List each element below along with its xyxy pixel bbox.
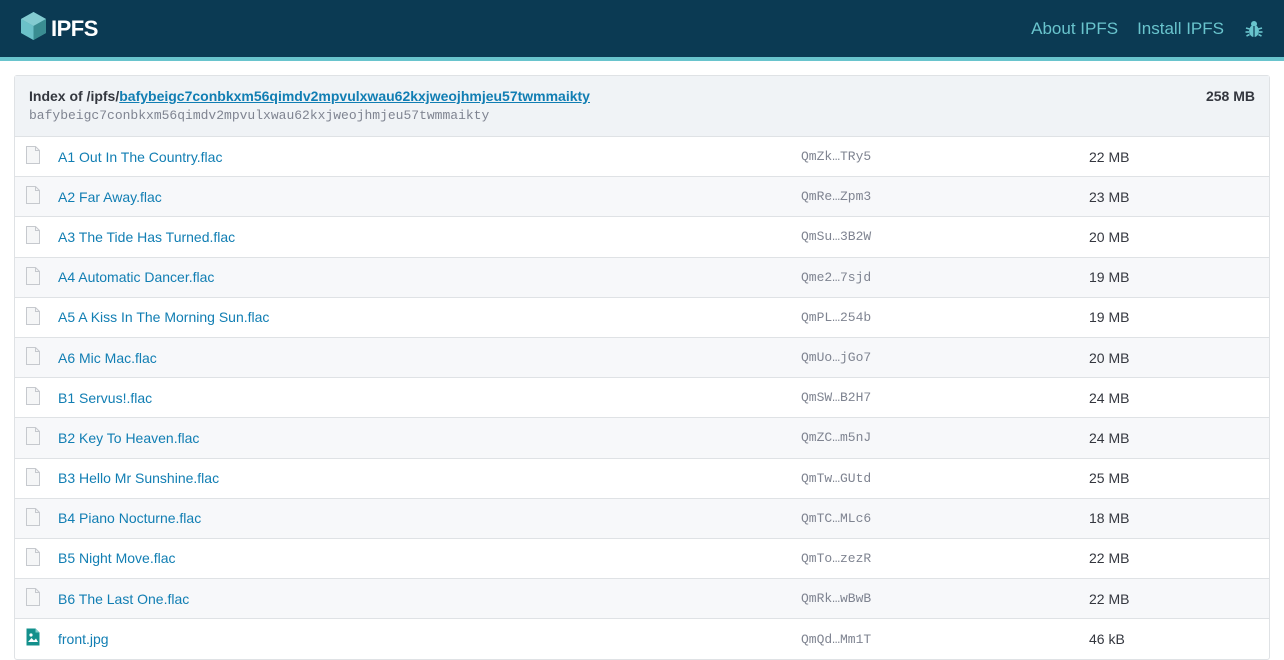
table-row: B4 Piano Nocturne.flac QmTC…MLc6 18 MB (15, 498, 1269, 539)
file-name-link[interactable]: B5 Night Move.flac (58, 550, 176, 566)
file-icon (26, 186, 40, 205)
table-row: A5 A Kiss In The Morning Sun.flac QmPL…25… (15, 298, 1269, 338)
file-size: 22 MB (1089, 590, 1130, 607)
ipfs-logo[interactable]: IPFS (20, 11, 98, 46)
file-name-link[interactable]: front.jpg (58, 631, 109, 647)
table-row: A6 Mic Mac.flac QmUo…jGo7 20 MB (15, 337, 1269, 379)
file-name-link[interactable]: A4 Automatic Dancer.flac (58, 269, 214, 285)
table-row: A3 The Tide Has Turned.flac QmSu…3B2W 20 M… (15, 217, 1269, 258)
file-size: 22 MB (1089, 148, 1130, 165)
file-size: 20 MB (1089, 228, 1130, 245)
file-icon (26, 266, 40, 285)
file-name-link[interactable]: B3 Hello Mr Sunshine.flac (58, 470, 219, 486)
table-row: B1 Servus!.flac QmSW…B2H7 24 MB (15, 378, 1269, 419)
cid-link[interactable]: bafybeigc7conbkxm56qimdv2mpvulxwau62kxjw… (119, 88, 590, 104)
file-name-link[interactable]: B2 Key To Heaven.flac (58, 430, 199, 446)
file-name-link[interactable]: A6 Mic Mac.flac (58, 350, 157, 366)
file-icon (26, 427, 40, 446)
file-size: 19 MB (1089, 309, 1130, 326)
file-hash-link[interactable]: QmZC…m5nJ (801, 430, 871, 445)
file-size: 23 MB (1089, 188, 1130, 205)
file-icon (26, 306, 40, 325)
file-hash-link[interactable]: Qme2…7sjd (801, 270, 871, 285)
file-hash-link[interactable]: QmUo…jGo7 (801, 350, 871, 365)
install-ipfs-link[interactable]: Install IPFS (1137, 19, 1224, 39)
file-hash-link[interactable]: QmRe…Zpm3 (801, 189, 871, 204)
index-prefix: Index of /ipfs/ (29, 88, 120, 104)
file-hash-link[interactable]: QmSW…B2H7 (801, 390, 871, 405)
logo-text: IPFS (51, 15, 98, 41)
top-nav: About IPFS Install IPFS (1012, 19, 1264, 39)
file-name-link[interactable]: B4 Piano Nocturne.flac (58, 510, 201, 526)
file-size: 46 kB (1089, 631, 1125, 648)
file-icon (26, 346, 40, 365)
file-icon (26, 146, 40, 164)
index-title: Index of /ipfs/bafybeigc7conbkxm56qimdv2… (29, 88, 1255, 104)
file-size: 18 MB (1089, 510, 1130, 527)
table-row: A4 Automatic Dancer.flac Qme2…7sjd 19 MB (15, 257, 1269, 298)
directory-listing: Index of /ipfs/bafybeigc7conbkxm56qimdv2… (14, 75, 1270, 660)
file-name-link[interactable]: B6 The Last One.flac (58, 591, 189, 607)
file-icon (26, 226, 40, 245)
file-hash-link[interactable]: QmZk…TRy5 (801, 149, 871, 164)
table-row: B2 Key To Heaven.flac QmZC…m5nJ 24 MB (15, 418, 1269, 459)
file-hash-link[interactable]: QmSu…3B2W (801, 229, 871, 244)
file-icon (26, 588, 40, 607)
table-row: A2 Far Away.flac QmRe…Zpm3 23 MB (15, 177, 1269, 218)
table-row: B3 Hello Mr Sunshine.flac QmTw…GUtd 25 MB (15, 459, 1269, 499)
ipfs-cube-icon (20, 11, 47, 46)
file-size: 25 MB (1089, 470, 1130, 487)
file-name-link[interactable]: A2 Far Away.flac (58, 189, 162, 205)
total-size: 258 MB (1205, 88, 1255, 104)
file-hash-link[interactable]: QmTC…MLc6 (801, 511, 871, 526)
index-header: Index of /ipfs/bafybeigc7conbkxm56qimdv2… (15, 76, 1269, 137)
file-size: 24 MB (1089, 389, 1130, 406)
file-size: 22 MB (1089, 550, 1130, 567)
file-list: A1 Out In The Country.flac QmZk…TRy5 22 MB… (15, 137, 1269, 659)
about-ipfs-link[interactable]: About IPFS (1031, 19, 1118, 39)
file-icon (26, 387, 40, 406)
index-cid-text: bafybeigc7conbkxm56qimdv2mpvulxwau62kxjw… (29, 108, 490, 123)
top-bar: IPFS About IPFS Install IPFS (0, 0, 1284, 61)
table-row: A1 Out In The Country.flac QmZk…TRy5 22 MB (15, 137, 1269, 178)
table-row: B5 Night Move.flac QmTo…zezR 22 MB (15, 539, 1269, 580)
file-icon (26, 507, 40, 526)
file-hash-link[interactable]: QmTw…GUtd (801, 471, 871, 486)
bug-report-icon[interactable] (1244, 19, 1264, 39)
file-icon (26, 467, 40, 486)
file-hash-link[interactable]: QmTo…zezR (801, 551, 871, 566)
file-icon (26, 547, 40, 566)
file-name-link[interactable]: A5 A Kiss In The Morning Sun.flac (58, 309, 269, 325)
table-row: front.jpg QmQd…Mm1T 46 kB (15, 619, 1269, 659)
file-size: 20 MB (1089, 349, 1130, 366)
file-name-link[interactable]: A3 The Tide Has Turned.flac (58, 229, 235, 245)
file-hash-link[interactable]: QmRk…wBwB (801, 591, 871, 606)
file-hash-link[interactable]: QmPL…254b (801, 310, 871, 325)
file-name-link[interactable]: A1 Out In The Country.flac (58, 149, 222, 165)
file-hash-link[interactable]: QmQd…Mm1T (801, 632, 871, 647)
file-size: 24 MB (1089, 429, 1130, 446)
image-file-icon (26, 628, 40, 646)
file-name-link[interactable]: B1 Servus!.flac (58, 390, 152, 406)
table-row: B6 The Last One.flac QmRk…wBwB 22 MB (15, 579, 1269, 620)
file-size: 19 MB (1089, 269, 1130, 286)
